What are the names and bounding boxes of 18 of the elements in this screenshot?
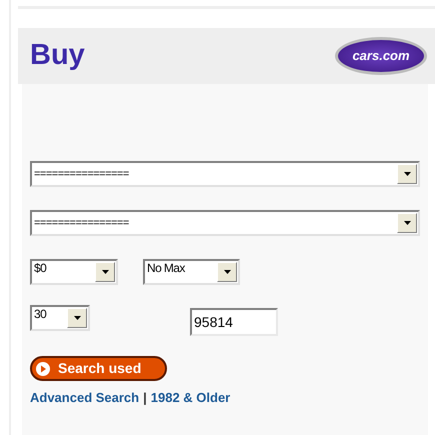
caret-icon <box>404 172 410 176</box>
caret-icon <box>102 270 108 274</box>
dropdown-select[interactable]: No Max <box>143 259 240 285</box>
caret-icon <box>224 270 230 274</box>
dropdown-select[interactable]: 30 <box>30 305 90 331</box>
advanced-search-link[interactable]: Advanced Search <box>30 388 140 408</box>
search-used-button[interactable]: Search used <box>30 356 167 381</box>
play-icon <box>36 362 50 376</box>
caret-icon <box>74 316 80 320</box>
caret-icon <box>404 221 410 225</box>
page-title: Buy <box>30 38 85 74</box>
older-cars-link[interactable]: 1982 & Older <box>150 388 230 408</box>
dropdown-select[interactable]: ================ <box>30 210 420 236</box>
dropdown-select[interactable]: $0 <box>30 259 118 285</box>
dropdown-select[interactable]: ================ <box>30 161 420 187</box>
zip-field[interactable]: 95814 <box>190 308 278 336</box>
link-separator: | <box>143 389 147 407</box>
logo: cars.com <box>335 37 427 75</box>
